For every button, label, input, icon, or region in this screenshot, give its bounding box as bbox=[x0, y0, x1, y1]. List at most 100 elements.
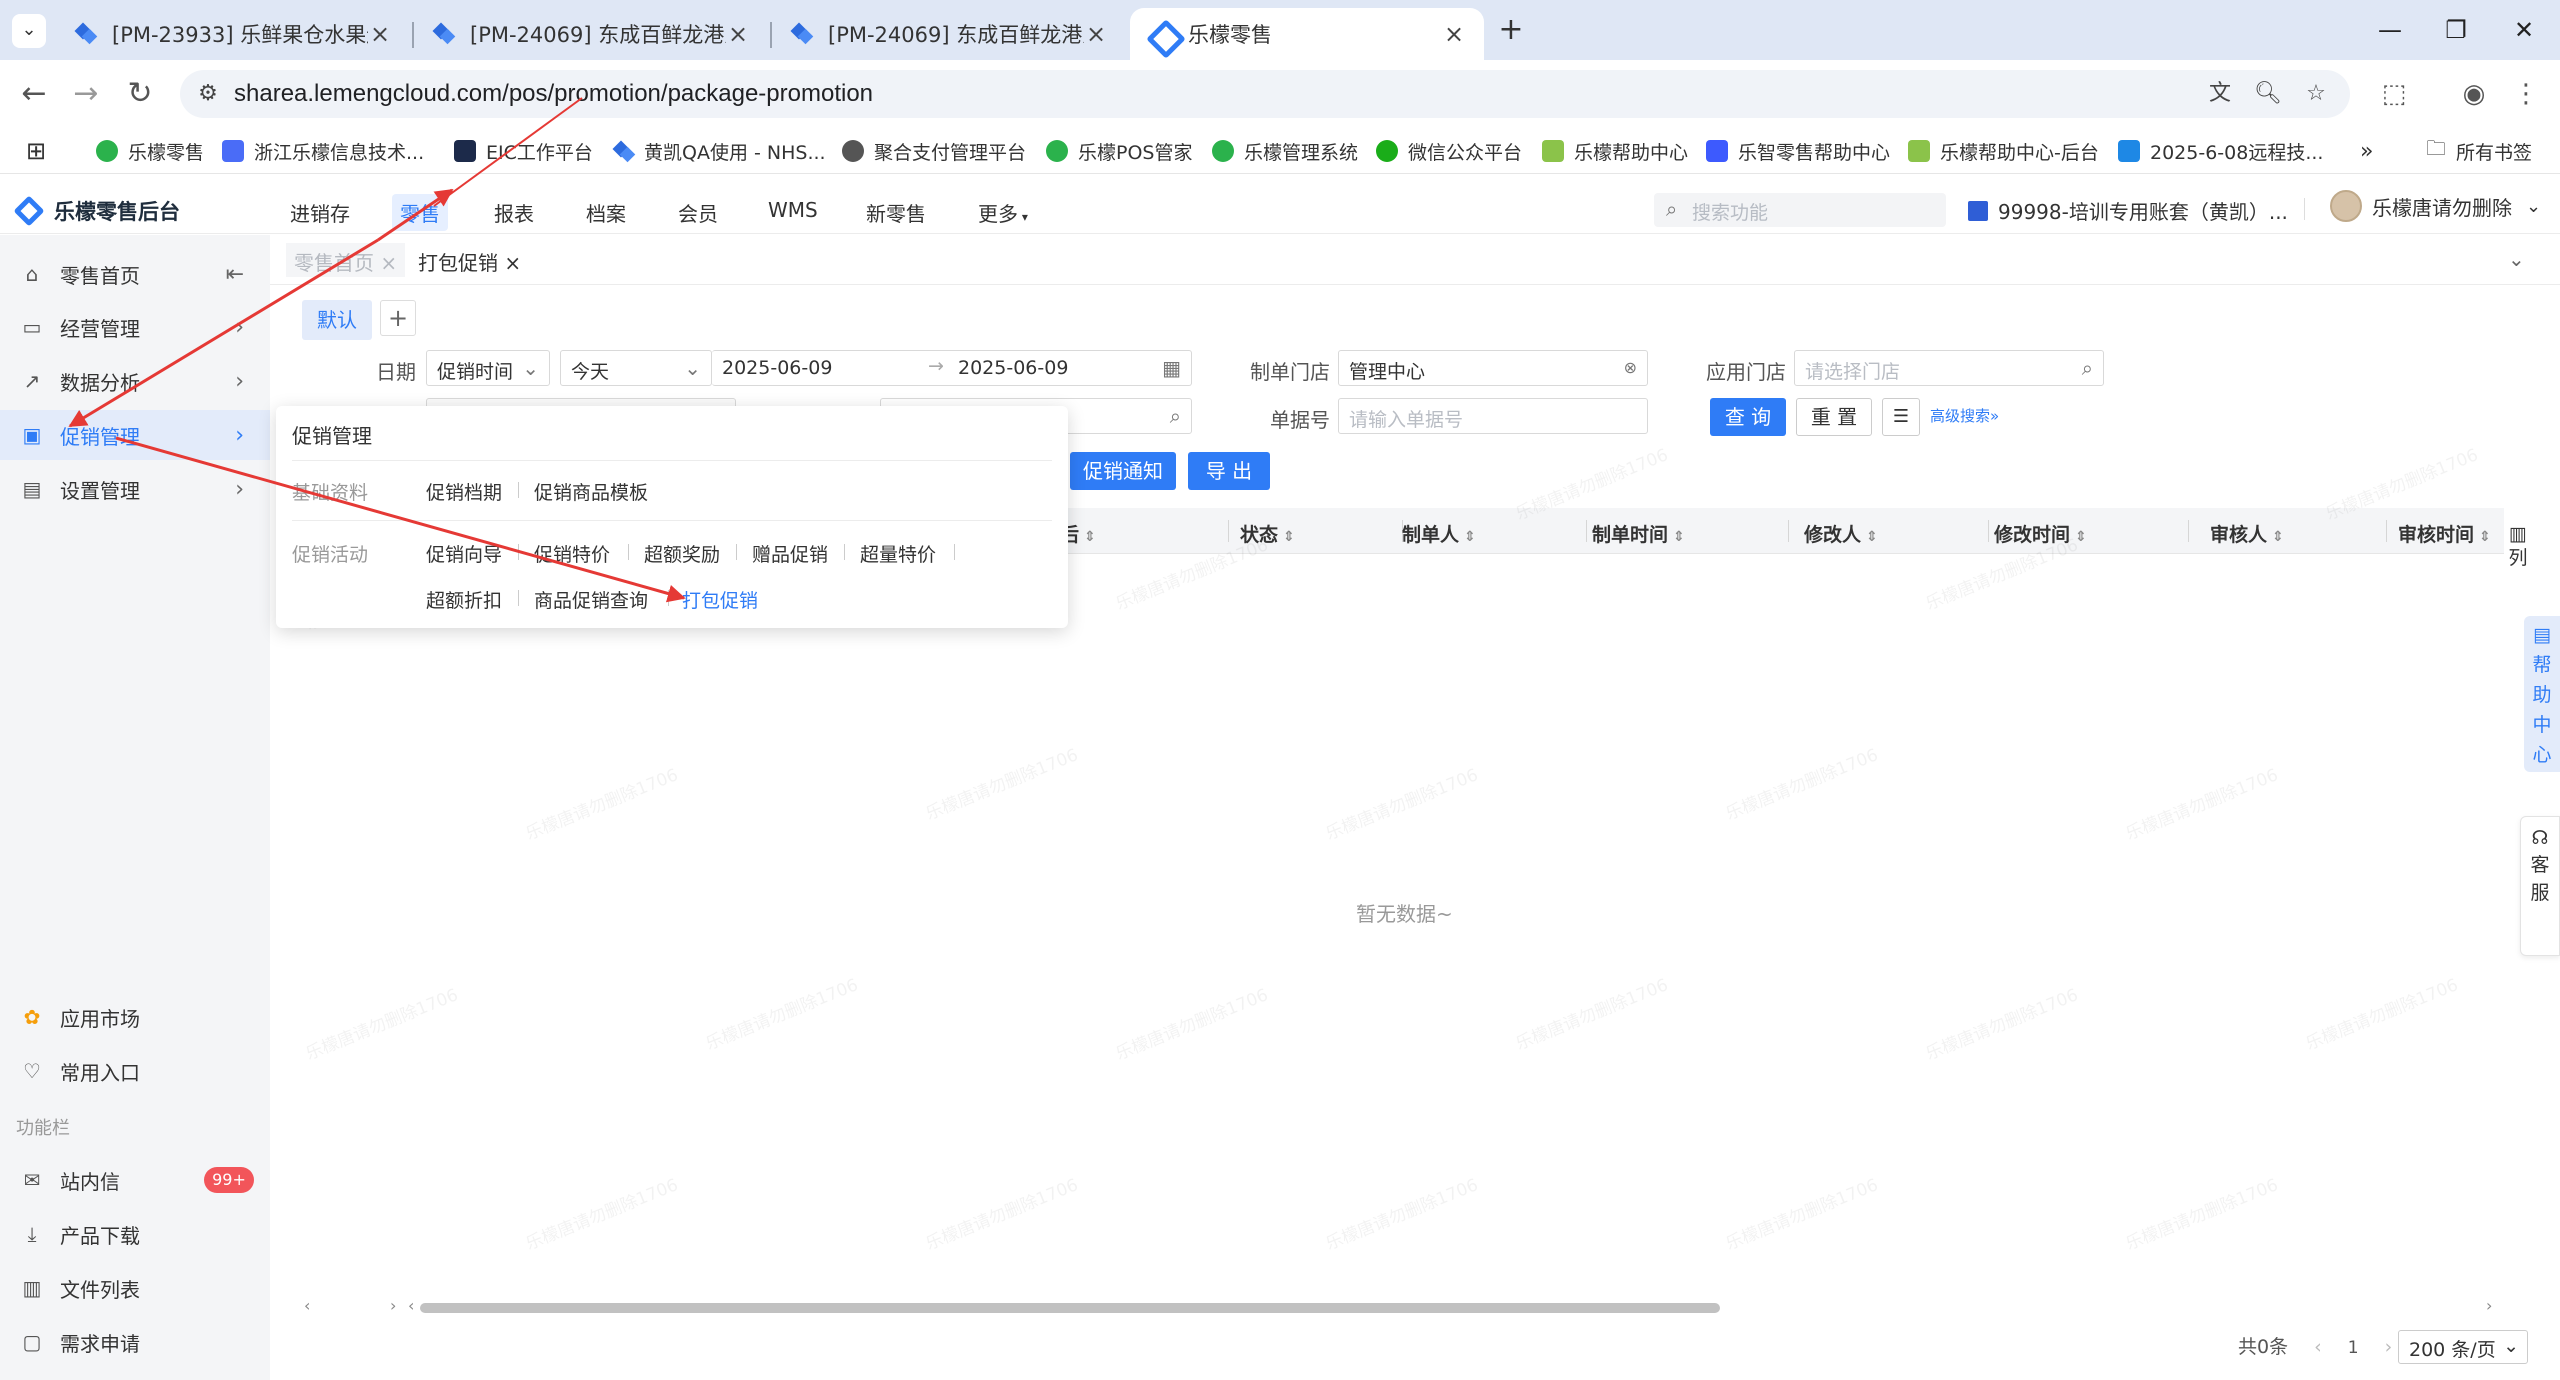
browser-tab-2[interactable]: [PM-24069] 东成百鲜龙港人民 × bbox=[414, 8, 768, 60]
date-range-select[interactable]: 今天 ⌄ bbox=[560, 350, 712, 386]
search-icon[interactable]: ⌕ bbox=[2082, 356, 2093, 380]
close-icon[interactable]: × bbox=[726, 20, 750, 48]
sidebar-item-app-market[interactable]: ✿ 应用市场 bbox=[0, 992, 270, 1042]
menu-excess-discount[interactable]: 超额折扣 bbox=[426, 586, 502, 613]
scroll-right-icon[interactable]: › bbox=[2486, 1296, 2492, 1315]
date-picker[interactable]: 2025-06-09 → 2025-06-09 ▦ bbox=[712, 350, 1192, 386]
bookmark-item[interactable]: 浙江乐檬信息技术... bbox=[222, 136, 424, 166]
menu-promotion-wizard[interactable]: 促销向导 bbox=[426, 540, 502, 567]
url-text[interactable]: sharea.lemengcloud.com/pos/promotion/pac… bbox=[234, 80, 873, 108]
bookmark-item[interactable]: 乐檬管理系统 bbox=[1212, 136, 1358, 166]
sidebar-item-favorites[interactable]: ♡ 常用入口 bbox=[0, 1046, 270, 1096]
address-bar[interactable]: ⚙ sharea.lemengcloud.com/pos/promotion/p… bbox=[180, 70, 2350, 118]
sort-icon[interactable]: ⇕ bbox=[2474, 529, 2491, 545]
advanced-search-link[interactable]: 高级搜索» bbox=[1930, 405, 1999, 426]
menu-package-promotion[interactable]: 打包促销 bbox=[682, 586, 758, 613]
doc-no-input[interactable]: 请输入单据号 bbox=[1338, 398, 1648, 434]
translate-icon[interactable]: 文 bbox=[2206, 80, 2234, 108]
menu-promotion-product-template[interactable]: 促销商品模板 bbox=[534, 478, 648, 505]
topnav-more[interactable]: 更多 ▾ bbox=[970, 194, 1036, 231]
page-size-select[interactable]: 200 条/页 ⌄ bbox=[2398, 1330, 2528, 1364]
zoom-icon[interactable]: 🔍︎ bbox=[2254, 80, 2282, 108]
maker-store-select[interactable]: 管理中心 ⊗ bbox=[1338, 350, 1648, 386]
bookmark-item[interactable]: 聚合支付管理平台 bbox=[842, 136, 1026, 166]
sort-icon[interactable]: ⇕ bbox=[1079, 529, 1096, 545]
topnav-new-retail[interactable]: 新零售 bbox=[858, 194, 934, 231]
user-menu[interactable]: 乐檬唐请勿删除 ⌄ bbox=[2330, 190, 2541, 222]
column-header-auditor[interactable]: 审核人 ⇕ bbox=[2210, 520, 2284, 547]
calendar-icon[interactable]: ▦ bbox=[1162, 356, 1181, 380]
export-button[interactable]: 导 出 bbox=[1188, 452, 1270, 490]
page-number[interactable]: 1 bbox=[2348, 1338, 2359, 1358]
sidebar-item-settings[interactable]: ▤ 设置管理 › bbox=[0, 464, 270, 514]
next-page-icon[interactable]: › bbox=[2385, 1336, 2393, 1358]
page-tab-package-promotion[interactable]: 打包促销 × bbox=[410, 243, 530, 277]
close-window-button[interactable]: ✕ bbox=[2504, 12, 2544, 48]
topnav-retail[interactable]: 零售 bbox=[392, 194, 448, 231]
sort-icon[interactable]: ⇕ bbox=[1278, 529, 1295, 545]
browser-tab-1[interactable]: [PM-23933] 乐鲜果仓水果连锁 × bbox=[56, 8, 410, 60]
site-info-icon[interactable]: ⚙ bbox=[194, 80, 222, 108]
promotion-notify-button[interactable]: 促销通知 bbox=[1070, 452, 1176, 490]
bookmark-item[interactable]: 乐檬POS管家 bbox=[1046, 136, 1192, 166]
apply-store-input[interactable]: 请选择门店 ⌕ bbox=[1794, 350, 2104, 386]
column-header-audit-time[interactable]: 审核时间 ⇕ bbox=[2398, 520, 2491, 547]
bookmark-item[interactable]: 黄凯QA使用 - NHS... bbox=[612, 136, 826, 166]
collapse-sidebar-icon[interactable]: ⇤ bbox=[226, 262, 244, 287]
app-logo[interactable]: 乐檬零售后台 bbox=[13, 195, 180, 227]
query-button[interactable]: 查 询 bbox=[1710, 398, 1786, 436]
sidebar-item-file-list[interactable]: ▥ 文件列表 bbox=[0, 1263, 270, 1313]
menu-product-promotion-query[interactable]: 商品促销查询 bbox=[534, 586, 648, 613]
sort-icon[interactable]: ⇕ bbox=[2267, 529, 2284, 545]
topnav-jxc[interactable]: 进销存 bbox=[282, 194, 358, 231]
minimize-button[interactable]: — bbox=[2370, 12, 2410, 48]
close-icon[interactable]: × bbox=[1084, 20, 1108, 48]
date-type-select[interactable]: 促销时间 ⌄ bbox=[426, 350, 550, 386]
column-header-make-time[interactable]: 制单时间 ⇕ bbox=[1592, 520, 1685, 547]
function-search-input[interactable]: ⌕ 搜索功能 bbox=[1654, 193, 1946, 227]
help-center-button[interactable]: ▤ 帮助中心 bbox=[2524, 616, 2560, 772]
menu-icon[interactable]: ⋮ bbox=[2508, 76, 2544, 112]
horizontal-scrollbar[interactable] bbox=[420, 1303, 1720, 1313]
menu-excess-reward[interactable]: 超额奖励 bbox=[644, 540, 720, 567]
column-header-modifier[interactable]: 修改人 ⇕ bbox=[1804, 520, 1878, 547]
apps-icon[interactable]: ⊞ bbox=[26, 136, 46, 166]
date-start[interactable]: 2025-06-09 bbox=[722, 357, 832, 379]
date-end[interactable]: 2025-06-09 bbox=[958, 357, 1068, 379]
sidebar-item-request[interactable]: ▢ 需求申请 bbox=[0, 1317, 270, 1367]
sidebar-item-retail-home[interactable]: ⌂ 零售首页 ⇤ bbox=[0, 249, 270, 299]
topnav-archive[interactable]: 档案 bbox=[578, 194, 634, 231]
close-icon[interactable]: × bbox=[1442, 20, 1466, 48]
menu-promotion-schedule[interactable]: 促销档期 bbox=[426, 478, 502, 505]
new-tab-button[interactable]: + bbox=[1494, 14, 1528, 48]
sort-icon[interactable]: ⇕ bbox=[1861, 529, 1878, 545]
sidebar-item-analysis[interactable]: ↗ 数据分析 › bbox=[0, 356, 270, 406]
prev-page-icon[interactable]: ‹ bbox=[2314, 1336, 2322, 1358]
sidebar-item-operation[interactable]: ▭ 经营管理 › bbox=[0, 302, 270, 352]
all-bookmarks[interactable]: 🗀 所有书签 bbox=[2426, 136, 2532, 166]
search-icon[interactable]: ⌕ bbox=[1170, 404, 1181, 428]
back-button[interactable]: ← bbox=[16, 76, 52, 112]
filter-config-button[interactable]: ☰ bbox=[1882, 398, 1920, 436]
bookmark-item[interactable]: 2025-6-08远程技... bbox=[2118, 136, 2323, 166]
menu-excess-quantity-price[interactable]: 超量特价 bbox=[860, 540, 936, 567]
sort-icon[interactable]: ⇕ bbox=[1668, 529, 1685, 545]
topnav-member[interactable]: 会员 bbox=[670, 194, 726, 231]
bookmark-item[interactable]: 乐智零售帮助中心 bbox=[1706, 136, 1890, 166]
menu-gift-promotion[interactable]: 赠品促销 bbox=[752, 540, 828, 567]
reload-button[interactable]: ↻ bbox=[122, 76, 158, 112]
column-settings-button[interactable]: ▥ 列 bbox=[2508, 522, 2528, 570]
scheme-default-tab[interactable]: 默认 bbox=[302, 300, 372, 340]
star-icon[interactable]: ☆ bbox=[2302, 80, 2330, 108]
page-tab-retail-home[interactable]: 零售首页 × bbox=[286, 243, 406, 277]
browser-tab-4[interactable]: 乐檬零售 × bbox=[1130, 8, 1484, 60]
bookmark-item[interactable]: 乐檬帮助中心 bbox=[1542, 136, 1688, 166]
reset-button[interactable]: 重 置 bbox=[1796, 398, 1872, 436]
column-header-maker[interactable]: 制单人 ⇕ bbox=[1402, 520, 1476, 547]
scroll-right-icon[interactable]: › bbox=[390, 1296, 396, 1315]
more-bookmarks-icon[interactable]: » bbox=[2360, 136, 2373, 166]
browser-tab-3[interactable]: [PM-24069] 东成百鲜龙港人民 × bbox=[772, 8, 1126, 60]
topnav-report[interactable]: 报表 bbox=[486, 194, 542, 231]
add-scheme-button[interactable]: + bbox=[380, 300, 416, 336]
bookmark-item[interactable]: 微信公众平台 bbox=[1376, 136, 1522, 166]
